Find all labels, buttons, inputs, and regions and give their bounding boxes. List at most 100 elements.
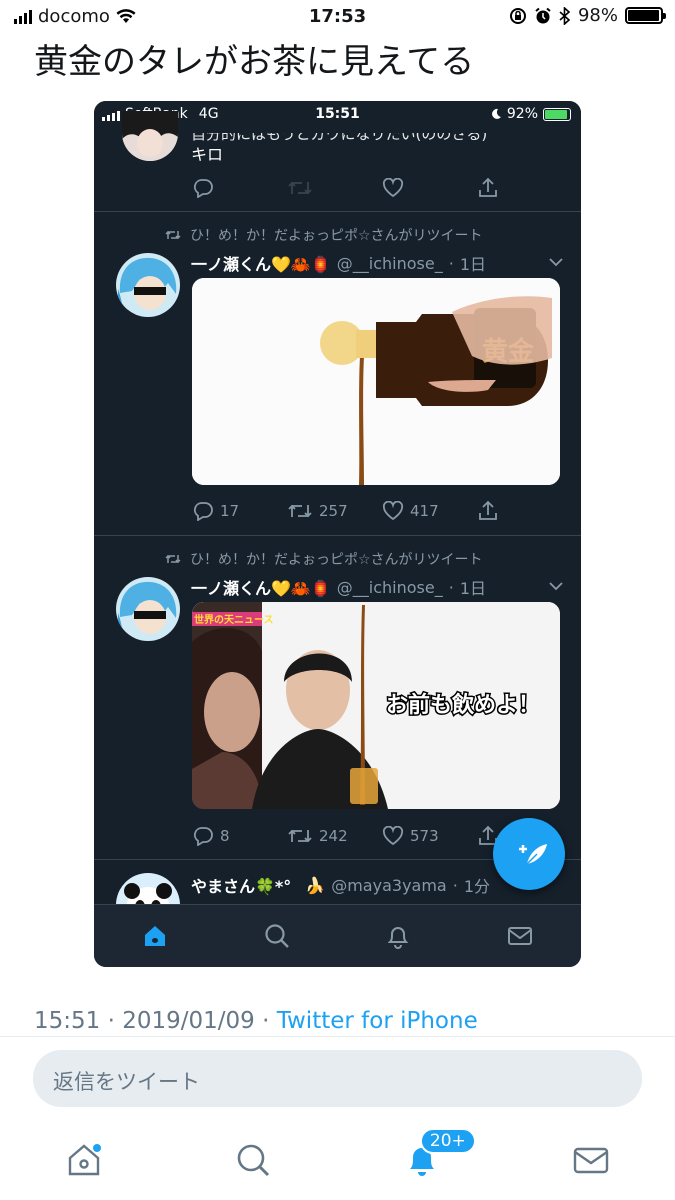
share-icon (479, 177, 497, 197)
tweet-time: 1分 (463, 877, 491, 896)
divider (94, 211, 581, 212)
prev-tweet-actions (192, 177, 572, 199)
tweet-text: 黄金のタレがお茶に見えてる (34, 42, 475, 82)
feather-plus-icon (519, 844, 547, 865)
reply-button[interactable]: 17 (192, 501, 287, 521)
rotation-lock-icon (509, 7, 526, 24)
retweet-icon (288, 829, 312, 843)
retweet-indicator: ひ！め！か！だよぉっピポ☆さんがリツイート (164, 549, 483, 569)
tweet-actions: 17 257 417 (192, 500, 572, 522)
reply-button[interactable] (192, 178, 287, 198)
like-button[interactable] (382, 178, 477, 198)
user-handle[interactable]: @__ichinose_ (337, 578, 443, 597)
tweet-media[interactable]: 世界の天ニュース お前も飲めよ！ (192, 602, 560, 809)
reply-count: 17 (220, 502, 240, 520)
reply-icon (193, 827, 213, 846)
tweet-dot: · (448, 253, 454, 273)
divider (0, 1036, 675, 1037)
compose-tweet-button[interactable] (493, 818, 565, 890)
notifications-icon[interactable] (384, 922, 412, 950)
mail-icon (573, 1147, 608, 1174)
tv-scene-image: 世界の天ニュース お前も飲めよ！ (192, 602, 560, 809)
divider (94, 535, 581, 536)
avatar-image (116, 577, 180, 641)
heart-icon (382, 501, 404, 521)
retweet-small-icon (165, 230, 181, 240)
avatar-image (122, 111, 178, 161)
share-icon (479, 500, 497, 520)
avatar[interactable] (116, 253, 180, 317)
embedded-battery-percent: 92% (506, 106, 538, 122)
notification-badge: 20+ (419, 1128, 476, 1154)
retweet-indicator: ひ！め！か！だよぉっピポ☆さんがリツイート (164, 225, 483, 245)
bluetooth-icon (559, 6, 571, 25)
like-button[interactable]: 573 (382, 826, 477, 846)
retweet-count: 257 (319, 502, 348, 520)
tweet-time: 1日 (459, 579, 486, 598)
reply-input[interactable]: 返信をツイート (33, 1050, 642, 1107)
search-icon[interactable] (263, 922, 291, 950)
reply-count: 8 (220, 827, 230, 845)
tv-logo: 世界の天ニュース (194, 613, 274, 626)
reply-placeholder: 返信をツイート (53, 1070, 200, 1094)
tweet-media[interactable]: 黄金 (192, 278, 560, 485)
heart-icon (382, 826, 404, 846)
user-handle[interactable]: @maya3yama (331, 876, 447, 895)
share-button[interactable] (477, 500, 572, 522)
tweet-dot: · (452, 875, 458, 895)
user-handle[interactable]: @__ichinose_ (337, 254, 443, 273)
chevron-down-icon[interactable] (549, 581, 563, 591)
tweet-source-link[interactable]: Twitter for iPhone (277, 1008, 478, 1034)
nav-messages[interactable] (571, 1140, 611, 1180)
like-count: 573 (410, 827, 439, 845)
embedded-status-right: 92% (490, 106, 571, 122)
name-emoji: 🍌 (305, 875, 326, 895)
messages-icon[interactable] (506, 922, 534, 950)
tweet-metadata: 15:51 · 2019/01/09 · Twitter for iPhone (34, 1008, 478, 1034)
meta-separator: · (107, 1008, 115, 1034)
nav-home[interactable] (64, 1140, 104, 1180)
reply-icon (193, 179, 213, 198)
bottom-nav: 20+ (0, 1120, 675, 1200)
chevron-down-icon[interactable] (549, 257, 563, 267)
status-bar: docomo 17:53 98% (0, 0, 675, 34)
embedded-tab-bar (94, 904, 581, 967)
status-right: 98% (509, 5, 666, 26)
like-count: 417 (410, 502, 439, 520)
avatar[interactable] (116, 577, 180, 641)
retweeted-by: ひ！め！か！だよぉっピポ☆さんがリツイート (190, 552, 483, 568)
tweet-image[interactable]: SoftBank 4G 15:51 92% 自分的にはもうとガウになりたい(のの… (94, 101, 581, 967)
moon-icon (491, 108, 501, 119)
retweet-button[interactable]: 242 (287, 826, 382, 846)
display-name[interactable]: 一ノ瀬くん💛🦀🏮 (191, 251, 331, 275)
retweet-button[interactable]: 257 (287, 501, 382, 521)
battery-icon (625, 7, 666, 24)
share-button[interactable] (477, 177, 572, 199)
tweet-dot: · (448, 577, 454, 597)
subtitle: お前も飲めよ！ (386, 692, 540, 718)
reply-button[interactable]: 8 (192, 826, 287, 846)
retweet-small-icon (165, 554, 181, 564)
battery-percent: 98% (577, 5, 618, 26)
home-icon[interactable] (141, 922, 169, 950)
tweet-date: 2019/01/09 (122, 1008, 255, 1034)
retweet-button[interactable] (287, 178, 382, 198)
retweet-icon (288, 181, 312, 195)
display-name[interactable]: 一ノ瀬くん💛🦀🏮 (191, 575, 331, 599)
tweet-timestamp: 15:51 (34, 1008, 101, 1034)
avatar[interactable] (122, 111, 178, 161)
display-name[interactable]: やまさん🍀*° (191, 873, 291, 897)
retweet-count: 242 (319, 827, 348, 845)
alarm-icon (535, 7, 551, 23)
reply-icon (193, 502, 213, 521)
meta-separator: · (262, 1008, 270, 1034)
search-icon (237, 1144, 270, 1177)
heart-icon (382, 178, 404, 198)
prev-tweet-text: キロ (191, 145, 224, 164)
tweet-header: 一ノ瀬くん💛🦀🏮 @__ichinose_ · 1日 (191, 251, 561, 275)
nav-search[interactable] (233, 1140, 273, 1180)
tweet-header: 一ノ瀬くん💛🦀🏮 @__ichinose_ · 1日 (191, 575, 561, 599)
like-button[interactable]: 417 (382, 501, 477, 521)
avatar-image (116, 253, 180, 317)
nav-notifications[interactable]: 20+ (402, 1128, 476, 1180)
